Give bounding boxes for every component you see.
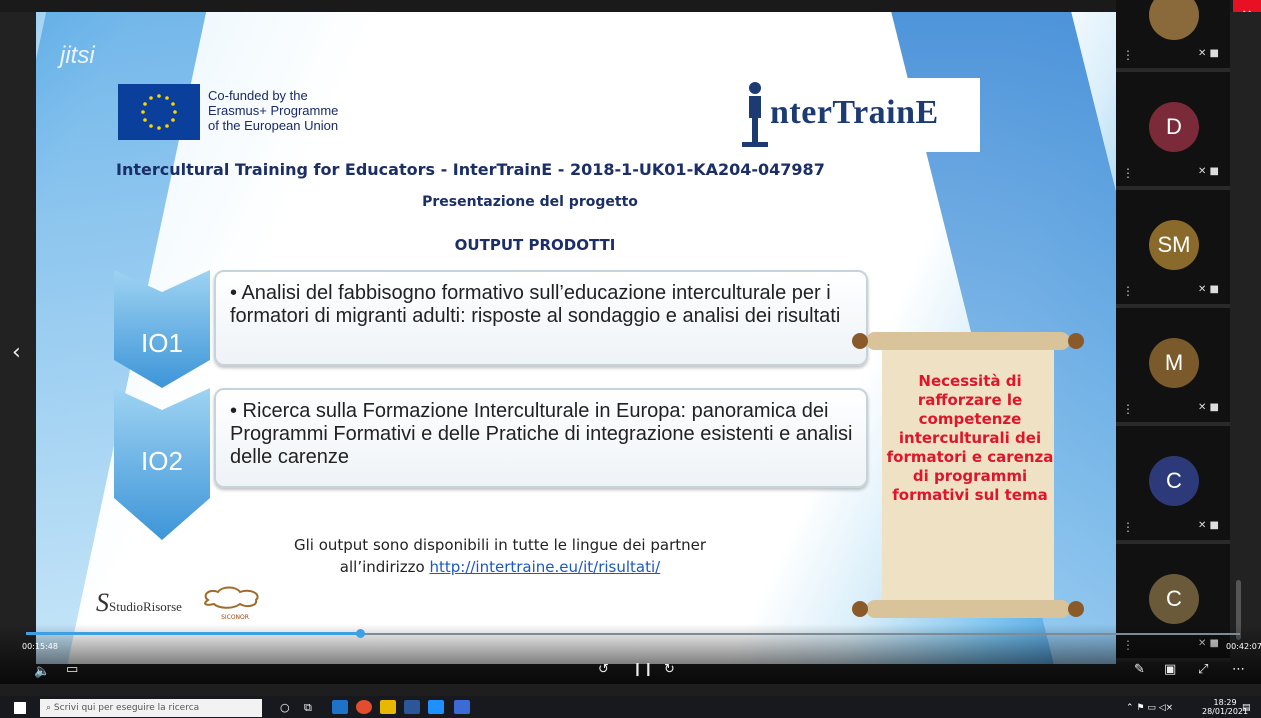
file-explorer-icon[interactable]: [380, 700, 396, 714]
io1-label: IO1: [141, 328, 183, 358]
availability-line-1: Gli output sono disponibili in tutte le …: [293, 536, 707, 554]
participant-initials: C: [1166, 586, 1182, 611]
participants-filmstrip: ⋮ ✕ ■ D ⋮ ✕ ■ SM ⋮ ✕ ■ M ⋮ ✕ ■ C ⋮ ✕ ■ C…: [1116, 0, 1230, 662]
participant-avatar: C: [1149, 574, 1199, 624]
participant-initials: SM: [1157, 232, 1191, 257]
siconoro-label: SICONOR: [221, 614, 249, 621]
results-link[interactable]: http://intertraine.eu/it/risultati/: [429, 558, 660, 576]
siconoro-logo: SICONOR: [200, 586, 270, 622]
participant-initials: D: [1166, 114, 1182, 139]
io1-box: • Analisi del fabbisogno formativo sull’…: [214, 270, 868, 366]
studio-label: StudioRisorse: [109, 599, 182, 614]
slide-heading: OUTPUT PRODOTTI: [454, 236, 616, 254]
slide-title: Intercultural Training for Educators - I…: [116, 160, 825, 179]
elapsed-time: 00:15:48: [22, 642, 58, 651]
availability-prefix: all’indirizzo: [339, 558, 430, 576]
participant-tile[interactable]: M ⋮ ✕ ■: [1116, 308, 1230, 426]
system-tray-icons[interactable]: ⌃ ⚑ ▭ ◁×: [1126, 703, 1173, 713]
rewind-10-icon[interactable]: ↺: [598, 662, 609, 677]
participant-tile[interactable]: D ⋮ ✕ ■: [1116, 72, 1230, 190]
app-icon[interactable]: [454, 700, 470, 714]
io2-box: • Ricerca sulla Formazione Intercultural…: [214, 388, 868, 488]
person-logo-icon: [742, 82, 768, 147]
pen-icon[interactable]: ✎: [1134, 662, 1145, 677]
io1-text: • Analisi del fabbisogno formativo sull’…: [230, 282, 841, 327]
slide-subtitle: Presentazione del progetto: [422, 194, 638, 210]
participant-initials: M: [1164, 350, 1184, 375]
taskbar-search[interactable]: ⌕ Scrivi qui per eseguire la ricerca: [40, 699, 262, 717]
eu-line-1: Co-funded by the: [208, 88, 308, 103]
notifications-icon[interactable]: ▤: [1242, 703, 1251, 713]
mic-muted-icon: ✕ ■: [1198, 166, 1220, 177]
fullscreen-icon[interactable]: ⤢: [1198, 662, 1208, 677]
total-time: 00:42:07: [1226, 642, 1261, 651]
word-icon[interactable]: [404, 700, 420, 714]
eu-line-2: Erasmus+ Programme: [208, 103, 339, 118]
studio-s-icon: S: [96, 588, 109, 617]
tile-menu-icon[interactable]: ⋮: [1122, 166, 1134, 180]
studiorisorse-logo: SStudioRisorse: [96, 588, 182, 618]
eu-flag-icon: [118, 84, 200, 140]
jitsi-watermark: jitsi: [60, 42, 95, 69]
outlook-icon[interactable]: [332, 700, 348, 714]
search-placeholder: Scrivi qui per eseguire la ricerca: [53, 703, 200, 713]
mic-muted-icon: ✕ ■: [1198, 520, 1220, 531]
participant-avatar: [1149, 0, 1199, 40]
task-view-icon[interactable]: ⧉: [304, 701, 312, 715]
subtitles-icon[interactable]: ▭: [66, 662, 78, 677]
availability-note: Gli output sono disponibili in tutte le …: [220, 534, 780, 578]
tree-logo-icon: [204, 586, 259, 609]
mic-muted-icon: ✕ ■: [1198, 284, 1220, 295]
participant-avatar: C: [1149, 456, 1199, 506]
io2-text: • Ricerca sulla Formazione Intercultural…: [230, 400, 853, 468]
mic-muted-icon: ✕ ■: [1198, 48, 1220, 59]
tile-menu-icon[interactable]: ⋮: [1122, 402, 1134, 416]
forward-30-icon[interactable]: ↻: [664, 662, 675, 677]
participant-tile[interactable]: ⋮ ✕ ■: [1116, 0, 1230, 72]
participant-avatar: M: [1149, 338, 1199, 388]
logo-wordmark: nterTrainE: [770, 94, 939, 131]
participant-tile[interactable]: SM ⋮ ✕ ■: [1116, 190, 1230, 308]
availability-line-2: all’indirizzo http://intertraine.eu/it/r…: [220, 556, 780, 578]
clock-time: 18:29: [1213, 698, 1237, 707]
search-icon: ⌕: [46, 703, 52, 713]
tile-menu-icon[interactable]: ⋮: [1122, 520, 1134, 534]
windows-start-icon[interactable]: [14, 702, 26, 714]
previous-arrow-icon[interactable]: ‹: [12, 340, 21, 365]
more-icon[interactable]: ⋯: [1232, 662, 1245, 677]
pause-icon[interactable]: ❙❙: [632, 662, 654, 677]
participant-avatar: SM: [1149, 220, 1199, 270]
progress-fill: [26, 632, 360, 635]
participant-avatar: D: [1149, 102, 1199, 152]
progress-knob[interactable]: [356, 629, 365, 638]
eu-cofunding-text: Co-funded by the Erasmus+ Programme of t…: [208, 88, 338, 133]
io2-label: IO2: [141, 446, 183, 476]
eu-line-3: of the European Union: [208, 118, 339, 133]
cortana-icon[interactable]: ○: [280, 701, 290, 714]
participant-initials: C: [1166, 468, 1182, 493]
tile-menu-icon[interactable]: ⋮: [1122, 284, 1134, 298]
browser-icon[interactable]: [428, 700, 444, 714]
chrome-icon[interactable]: [356, 700, 372, 714]
intertraine-logo: nterTrainE: [736, 78, 980, 152]
mic-muted-icon: ✕ ■: [1198, 402, 1220, 413]
tile-menu-icon[interactable]: ⋮: [1122, 48, 1134, 62]
cast-icon[interactable]: ▣: [1164, 662, 1176, 677]
scroll-note: Necessità di rafforzare le competenze in…: [886, 372, 1054, 504]
participant-tile[interactable]: C ⋮ ✕ ■: [1116, 426, 1230, 544]
volume-icon[interactable]: 🔈: [34, 664, 50, 679]
